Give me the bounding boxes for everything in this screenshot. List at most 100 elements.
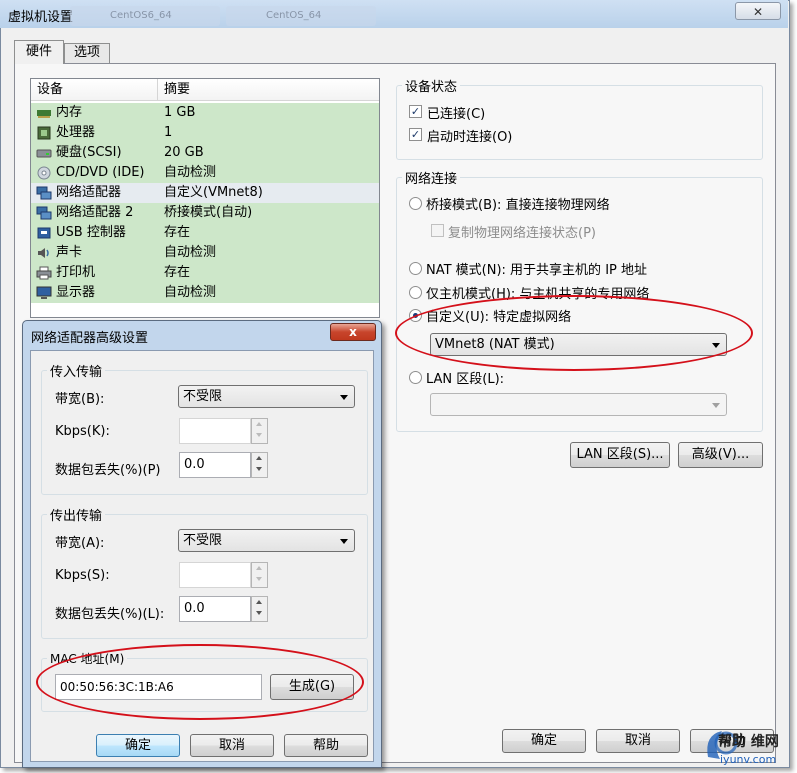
spin-up-icon[interactable] (252, 597, 267, 609)
incoming-bandwidth-label: 带宽(B): (55, 392, 105, 407)
outgoing-kbps-label: Kbps(S): (55, 568, 110, 583)
spin-up-icon[interactable] (252, 453, 267, 465)
device-row-network-adapter[interactable]: 网络适配器 自定义(VMnet8) (31, 183, 379, 203)
tab-hardware[interactable]: 硬件 (14, 40, 64, 64)
nat-label[interactable]: NAT 模式(N): 用于共享主机的 IP 地址 (426, 259, 647, 278)
close-button[interactable]: ✕ (735, 2, 781, 20)
outgoing-bandwidth-select[interactable]: 不受限 (178, 529, 355, 552)
spin-up-icon[interactable] (252, 563, 267, 575)
incoming-bandwidth-select[interactable]: 不受限 (178, 385, 355, 408)
device-status-title: 设备状态 (402, 76, 461, 95)
display-icon (36, 286, 52, 299)
device-row-display[interactable]: 显示器 自动检测 (31, 283, 379, 303)
incoming-loss-spinner[interactable] (251, 452, 268, 478)
outgoing-kbps-input[interactable] (179, 562, 251, 588)
usb-icon (37, 227, 51, 239)
device-summary: 自动检测 (164, 285, 217, 300)
device-row-processor[interactable]: 处理器 1 (31, 123, 379, 143)
device-row-memory[interactable]: 内存 1 GB (31, 103, 379, 123)
connect-at-power-on-label[interactable]: 启动时连接(O) (427, 126, 512, 145)
connected-label[interactable]: 已连接(C) (427, 103, 485, 122)
lan-segments-button[interactable]: LAN 区段(S)... (570, 442, 670, 468)
lan-segment-label[interactable]: LAN 区段(L): (426, 368, 504, 387)
annotation-ellipse (36, 644, 364, 720)
incoming-kbps-label: Kbps(K): (55, 424, 110, 439)
cd-dvd-icon (37, 166, 51, 180)
device-summary: 1 (164, 125, 173, 140)
connect-at-power-on-checkbox[interactable]: ✓ (409, 128, 422, 141)
device-row-printer[interactable]: 打印机 存在 (31, 263, 379, 283)
dialog-ok-button[interactable]: 确定 (96, 734, 180, 757)
device-status-group (396, 85, 763, 160)
advanced-button[interactable]: 高级(V)... (678, 442, 763, 468)
replicate-state-label[interactable]: 复制物理网络连接状态(P) (448, 222, 596, 241)
cancel-button[interactable]: 取消 (596, 729, 680, 753)
incoming-loss-input[interactable]: 0.0 (179, 452, 251, 478)
host-only-radio[interactable] (409, 286, 422, 299)
spin-up-icon[interactable] (252, 419, 267, 431)
background-tab: CentOS_64 (226, 6, 376, 26)
background-tab: CentOS6_64 (70, 6, 220, 26)
device-summary: 20 GB (164, 145, 204, 160)
device-row-network-adapter-2[interactable]: 网络适配器 2 桥接模式(自动) (31, 203, 379, 223)
incoming-title: 传入传输 (47, 361, 106, 380)
memory-icon (37, 110, 51, 118)
device-summary: 存在 (164, 265, 191, 280)
sound-card-icon (38, 248, 49, 258)
dialog-cancel-button[interactable]: 取消 (190, 734, 274, 757)
device-summary: 存在 (164, 225, 191, 240)
harddisk-icon (36, 149, 52, 158)
column-header-summary[interactable]: 摘要 (158, 79, 379, 101)
watermark-url: iyunv.com (720, 753, 777, 766)
connected-checkbox[interactable]: ✓ (409, 105, 422, 118)
incoming-loss-label: 数据包丢失(%)(P) (55, 463, 161, 478)
outgoing-loss-input[interactable]: 0.0 (179, 596, 251, 622)
device-name: 声卡 (56, 245, 83, 260)
dialog-close-button[interactable]: x (330, 323, 376, 341)
dialog-help-button[interactable]: 帮助 (284, 734, 368, 757)
network-adapter-icon (36, 206, 52, 220)
window-title: 虚拟机设置 (8, 10, 74, 25)
device-row-sound-card[interactable]: 声卡 自动检测 (31, 243, 379, 263)
device-summary: 自动检测 (164, 165, 217, 180)
replicate-state-checkbox[interactable] (431, 224, 444, 237)
device-list[interactable]: 设备 摘要 内存 1 GB 处理器 1 硬盘(SCSI) 20 GB CD/DV… (30, 78, 380, 318)
title-bar[interactable]: 虚拟机设置 CentOS6_64 CentOS_64 ✕ (0, 0, 788, 28)
device-summary: 桥接模式(自动) (164, 205, 253, 220)
chevron-down-icon (712, 402, 720, 408)
annotation-ellipse (395, 295, 753, 371)
lan-segment-select[interactable] (430, 393, 727, 416)
printer-icon (36, 266, 52, 280)
dialog-title: 网络适配器高级设置 (31, 331, 149, 346)
tab-options[interactable]: 选项 (64, 43, 110, 63)
device-summary: 自定义(VMnet8) (164, 185, 263, 200)
device-row-usb-controller[interactable]: USB 控制器 存在 (31, 223, 379, 243)
nat-radio[interactable] (409, 262, 422, 275)
device-name: 内存 (56, 105, 83, 120)
ok-button[interactable]: 确定 (502, 729, 586, 753)
spin-down-icon[interactable] (252, 609, 267, 621)
outgoing-kbps-spinner[interactable] (251, 562, 268, 588)
bridged-label[interactable]: 桥接模式(B): 直接连接物理网络 (426, 194, 610, 213)
lan-segment-radio[interactable] (409, 371, 422, 384)
bridged-radio[interactable] (409, 197, 422, 210)
incoming-kbps-input[interactable] (179, 418, 251, 444)
device-row-harddisk[interactable]: 硬盘(SCSI) 20 GB (31, 143, 379, 163)
watermark-text: 帮助 维网 (718, 734, 779, 750)
spin-down-icon[interactable] (252, 465, 267, 477)
device-name: 硬盘(SCSI) (56, 145, 122, 160)
outgoing-title: 传出传输 (47, 505, 106, 524)
device-summary: 1 GB (164, 105, 196, 120)
outgoing-bandwidth-value: 不受限 (183, 533, 223, 548)
device-name: USB 控制器 (56, 225, 126, 240)
spin-down-icon[interactable] (252, 431, 267, 443)
device-name: CD/DVD (IDE) (56, 165, 145, 180)
incoming-kbps-spinner[interactable] (251, 418, 268, 444)
outgoing-loss-spinner[interactable] (251, 596, 268, 622)
device-row-cd-dvd[interactable]: CD/DVD (IDE) 自动检测 (31, 163, 379, 183)
spin-down-icon[interactable] (252, 575, 267, 587)
column-header-device[interactable]: 设备 (31, 79, 158, 101)
incoming-bandwidth-value: 不受限 (183, 389, 223, 404)
device-name: 显示器 (56, 285, 96, 300)
device-name: 处理器 (56, 125, 96, 140)
